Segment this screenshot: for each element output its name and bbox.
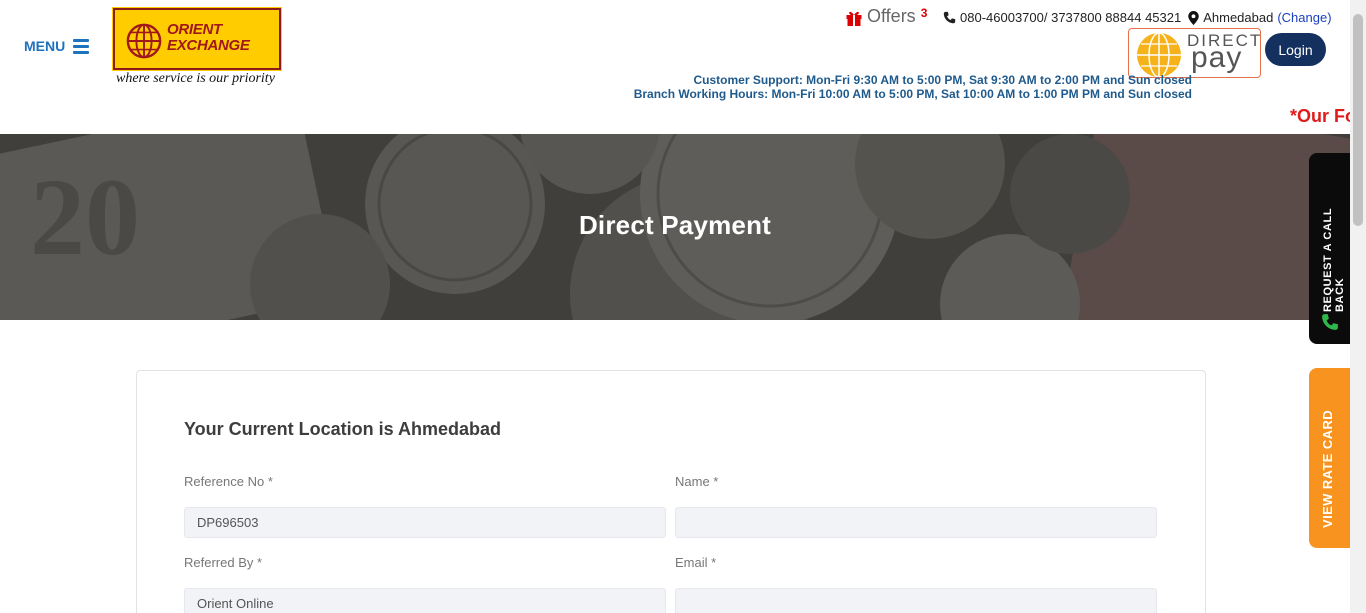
announcement-marquee: *Our Fo [1290, 106, 1350, 126]
direct-pay-button[interactable]: DIRECT pay [1128, 28, 1261, 78]
page-banner: 20 Direct Payment [0, 134, 1350, 320]
current-city: Ahmedabad [1203, 10, 1274, 25]
phone-icon [943, 11, 956, 24]
view-rate-card-label: VIEW RATE CARD [1320, 409, 1335, 528]
tagline: where service is our priority [116, 71, 275, 86]
hamburger-icon [73, 38, 90, 54]
email-input[interactable] [675, 588, 1157, 613]
contact-bar: 080-46003700/ 3737800 88844 45321 Ahmeda… [943, 10, 1332, 25]
offers-label: Offers [867, 6, 916, 26]
offers-count-badge: 3 [920, 6, 928, 20]
request-callback-tab[interactable]: REQUEST A CALL BACK [1309, 153, 1350, 344]
branch-working-hours: Branch Working Hours: Mon-Fri 10:00 AM t… [633, 87, 1192, 101]
referred-by-label: Referred By * [184, 555, 263, 570]
working-hours: Customer Support: Mon-Fri 9:30 AM to 5:0… [634, 73, 1192, 101]
logo-line-2: EXCHANGE [167, 37, 250, 54]
email-label: Email * [675, 555, 717, 570]
logo-line-1: ORIENT [167, 21, 222, 38]
change-city-link[interactable]: (Change) [1277, 10, 1331, 25]
referred-by-input[interactable] [184, 588, 666, 613]
site-header: MENU ORIENT EXCHANGE where service is ou… [0, 0, 1366, 134]
page-scrollbar[interactable] [1350, 0, 1366, 613]
globe-logo-icon [126, 23, 162, 59]
scrollbar-thumb[interactable] [1353, 14, 1363, 226]
location-pin-icon [1188, 10, 1199, 25]
orient-exchange-logo[interactable]: ORIENT EXCHANGE [112, 7, 282, 71]
offers-link[interactable]: Offers 3 [845, 6, 927, 27]
view-rate-card-tab[interactable]: VIEW RATE CARD [1309, 368, 1350, 548]
page-title: Direct Payment [578, 210, 772, 240]
login-button[interactable]: Login [1265, 33, 1326, 66]
whatsapp-phone-icon [1322, 314, 1338, 330]
direct-pay-pay-text: pay [1191, 41, 1243, 74]
phone-numbers: 080-46003700/ 3737800 88844 45321 [960, 10, 1182, 25]
menu-button[interactable]: MENU [24, 38, 90, 54]
menu-label: MENU [24, 38, 66, 54]
gift-icon [846, 11, 862, 26]
reference-no-label: Reference No * [184, 474, 273, 489]
name-input[interactable] [675, 507, 1157, 538]
location-heading: Your Current Location is Ahmedabad [184, 419, 502, 439]
direct-pay-globe-icon [1137, 32, 1181, 77]
reference-no-input[interactable] [184, 507, 666, 538]
name-label: Name * [675, 474, 719, 489]
direct-payment-form: Your Current Location is Ahmedabad Refer… [136, 370, 1206, 613]
request-callback-label: REQUEST A CALL BACK [1322, 208, 1346, 312]
customer-support-hours: Customer Support: Mon-Fri 9:30 AM to 5:0… [693, 73, 1192, 87]
